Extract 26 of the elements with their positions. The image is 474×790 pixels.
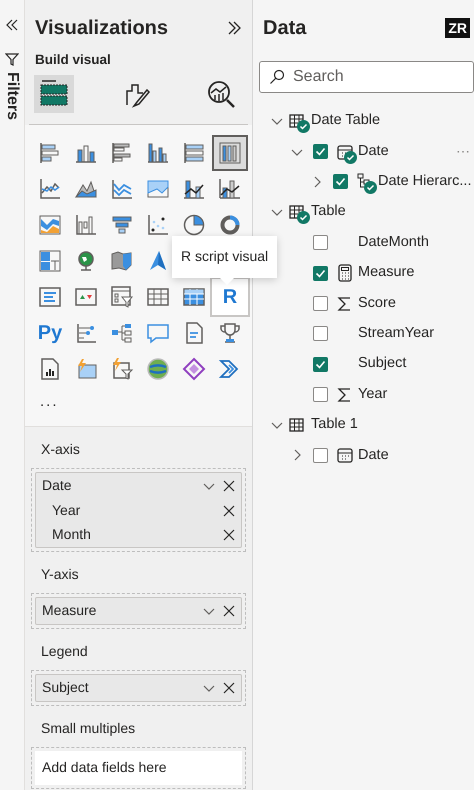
- field-label: Month: [52, 525, 92, 544]
- section-title: Build visual: [34, 51, 112, 69]
- tooltip-text: R script visual: [181, 248, 268, 264]
- tree-label: Date Table: [311, 111, 380, 130]
- well-title: Y-axis: [41, 564, 80, 584]
- drop-hint: Add data fields here: [42, 758, 167, 778]
- tree-label: StreamYear: [358, 324, 434, 344]
- tree-label: Year: [358, 384, 388, 404]
- well-title: X-axis: [41, 440, 81, 459]
- field-label: Date: [42, 476, 73, 496]
- well-title: Legend: [41, 642, 89, 661]
- tree-label: Table: [311, 202, 346, 222]
- tree-label: DateMonth: [358, 232, 429, 252]
- tree-label: Score: [358, 294, 396, 313]
- field-label: Measure: [42, 601, 98, 620]
- field-label: Subject: [42, 678, 90, 698]
- pane-title: Visualizations: [35, 16, 168, 41]
- tree-label: Subject: [358, 354, 406, 374]
- tree-label: Table 1: [311, 415, 358, 434]
- tree-label: Date: [358, 142, 389, 161]
- tree-label: Date Hierarc...: [378, 172, 472, 192]
- tree-label: Measure: [358, 263, 414, 282]
- field-label: Year: [52, 501, 82, 520]
- pane-title: Data: [263, 16, 306, 41]
- tree-label: Date: [358, 446, 389, 465]
- well-title: Small multiples: [41, 718, 136, 738]
